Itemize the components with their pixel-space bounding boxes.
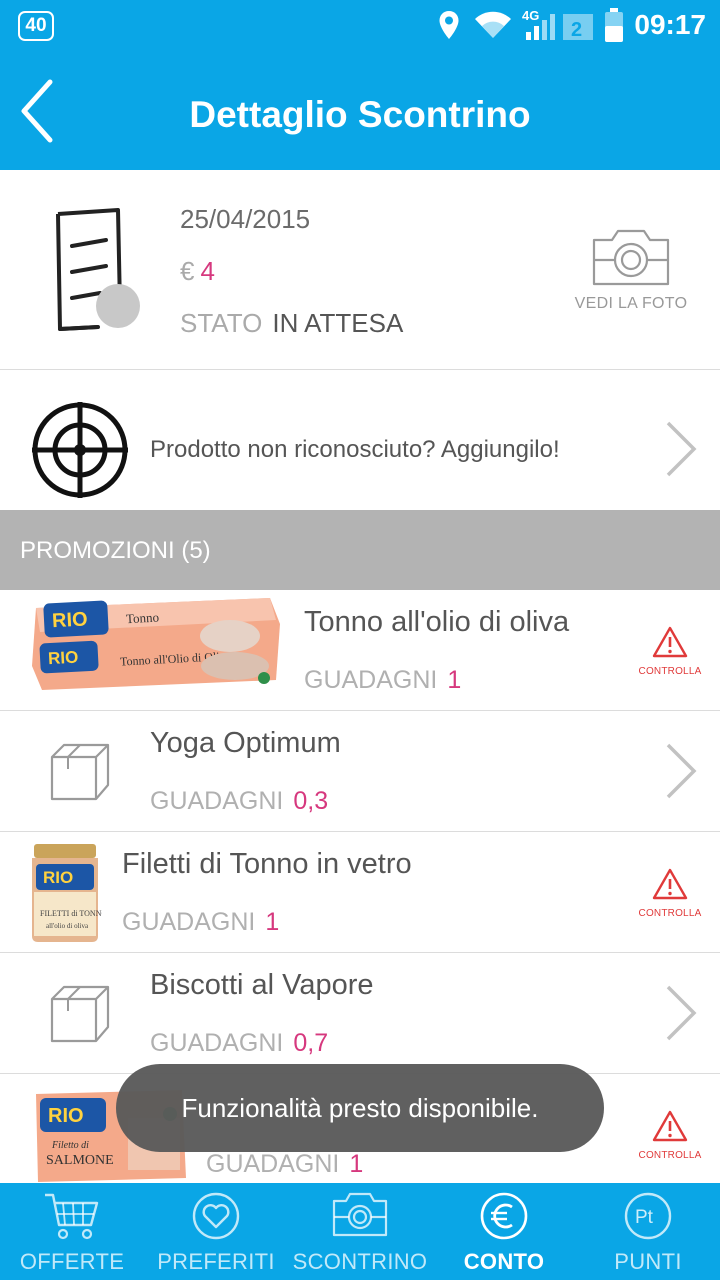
notification-badge: 40	[18, 11, 54, 41]
check-button[interactable]: CONTROLLA	[636, 1110, 704, 1161]
promotion-item[interactable]: RIO FILETTI di TONNO all'olio di oliva F…	[0, 832, 720, 953]
nav-scontrino[interactable]: SCONTRINO	[288, 1183, 432, 1280]
promotion-item[interactable]: RIO RIO Tonno Tonno all'Olio di Oliva To…	[0, 590, 720, 711]
title-bar: Dettaglio Scontrino	[0, 50, 720, 170]
promotion-name: Biscotti al Vapore	[150, 969, 374, 1001]
promotion-earnings: GUADAGNI 0,3	[150, 787, 328, 816]
receipt-icon	[56, 208, 140, 331]
promotion-item[interactable]: Biscotti al Vapore GUADAGNI 0,7	[0, 953, 720, 1074]
earnings-label: GUADAGNI	[304, 666, 438, 694]
svg-text:RIO: RIO	[43, 868, 73, 887]
svg-text:2: 2	[571, 19, 582, 40]
check-label: CONTROLLA	[638, 666, 702, 677]
promotion-earnings: GUADAGNI 1	[206, 1150, 363, 1179]
nav-label: OFFERTE	[19, 1249, 125, 1274]
check-label: CONTROLLA	[638, 908, 702, 919]
receipt-summary: 25/04/2015 €4 STATO IN ATTESA VEDI LA FOT…	[0, 170, 720, 370]
promotion-name: Filetti di Tonno in vetro	[122, 848, 412, 880]
nav-label: PREFERITI	[157, 1249, 275, 1274]
promotion-earnings: GUADAGNI 0,7	[150, 1029, 328, 1058]
earnings-label: GUADAGNI	[150, 1029, 284, 1057]
nav-label: SCONTRINO	[292, 1249, 428, 1274]
add-product-row[interactable]: Prodotto non riconosciuto? Aggiungilo!	[0, 370, 720, 510]
product-thumbnail: RIO RIO Tonno Tonno all'Olio di Oliva	[32, 598, 280, 690]
box-icon	[50, 743, 110, 801]
status-bar: 40 4G 2 09:17	[0, 0, 720, 50]
cart-icon	[45, 1193, 99, 1240]
receipt-amount: €4	[180, 256, 215, 287]
warning-icon	[652, 1110, 688, 1142]
svg-text:Pt: Pt	[635, 1207, 654, 1228]
promotion-earnings: GUADAGNI 1	[122, 908, 279, 937]
promotion-item[interactable]: Yoga Optimum GUADAGNI 0,3	[0, 711, 720, 832]
wifi-icon	[475, 11, 511, 38]
add-product-text: Prodotto non riconosciuto? Aggiungilo!	[150, 436, 560, 463]
battery-icon	[605, 8, 623, 42]
receipt-state: STATO IN ATTESA	[180, 308, 403, 339]
product-thumbnail: RIO FILETTI di TONNO all'olio di oliva	[32, 844, 102, 942]
warning-icon	[652, 868, 688, 900]
clock: 09:17	[634, 9, 706, 40]
signal-icon	[526, 14, 555, 40]
chevron-right-icon	[666, 421, 697, 477]
check-button[interactable]: CONTROLLA	[636, 626, 704, 677]
chevron-right-icon[interactable]	[664, 984, 698, 1042]
svg-text:SALMONE: SALMONE	[46, 1153, 114, 1168]
nav-offerte[interactable]: OFFERTE	[0, 1183, 144, 1280]
svg-text:Tonno: Tonno	[126, 610, 160, 627]
promotions-title: PROMOZIONI (5)	[20, 537, 211, 564]
nav-label: CONTO	[463, 1249, 545, 1274]
points-icon: Pt	[624, 1192, 672, 1240]
state-label: STATO	[180, 308, 263, 338]
earnings-value: 0,7	[293, 1029, 329, 1057]
target-icon	[32, 402, 128, 498]
currency-symbol: €	[180, 256, 195, 286]
promotion-name: Tonno all'olio di oliva	[304, 606, 570, 638]
sim2-signal-icon: 2	[563, 14, 593, 40]
warning-icon	[652, 626, 688, 658]
euro-icon	[480, 1192, 528, 1240]
earnings-value: 1	[349, 1150, 364, 1178]
location-icon	[439, 11, 459, 39]
state-value: IN ATTESA	[272, 308, 404, 338]
nav-preferiti[interactable]: PREFERITI	[144, 1183, 288, 1280]
chevron-right-icon[interactable]	[664, 742, 698, 800]
view-photo-button[interactable]: VEDI LA FOTO	[566, 228, 696, 328]
svg-text:Filetto di: Filetto di	[51, 1140, 89, 1151]
svg-text:all'olio di oliva: all'olio di oliva	[46, 922, 89, 930]
nav-conto[interactable]: CONTO	[432, 1183, 576, 1280]
check-button[interactable]: CONTROLLA	[636, 868, 704, 919]
receipt-date: 25/04/2015	[180, 204, 311, 234]
earnings-label: GUADAGNI	[122, 908, 256, 936]
promotion-earnings: GUADAGNI 1	[304, 666, 461, 695]
toast-message: Funzionalità presto disponibile.	[116, 1064, 604, 1152]
earnings-label: GUADAGNI	[206, 1150, 340, 1178]
page-title: Dettaglio Scontrino	[189, 94, 531, 135]
box-icon	[50, 985, 110, 1043]
camera-icon	[592, 229, 670, 286]
check-label: CONTROLLA	[638, 1150, 702, 1161]
earnings-value: 0,3	[293, 787, 329, 815]
bottom-navigation: OFFERTE PREFERITI SCONTRINO CONTO Pt PUN…	[0, 1183, 720, 1280]
view-photo-label: VEDI LA FOTO	[574, 295, 688, 312]
earnings-value: 1	[265, 908, 280, 936]
amount-value: 4	[200, 256, 215, 286]
svg-text:FILETTI di TONNO: FILETTI di TONNO	[40, 909, 102, 918]
earnings-value: 1	[447, 666, 462, 694]
nav-punti[interactable]: Pt PUNTI	[576, 1183, 720, 1280]
promotion-name: Yoga Optimum	[150, 727, 341, 759]
earnings-label: GUADAGNI	[150, 787, 284, 815]
nav-label: PUNTI	[614, 1249, 682, 1274]
svg-text:RIO: RIO	[48, 1105, 84, 1127]
svg-text:RIO: RIO	[52, 608, 89, 632]
heart-icon	[192, 1192, 240, 1240]
svg-text:RIO: RIO	[48, 648, 79, 669]
camera-icon	[332, 1192, 388, 1237]
promotions-header: PROMOZIONI (5)	[0, 510, 720, 590]
